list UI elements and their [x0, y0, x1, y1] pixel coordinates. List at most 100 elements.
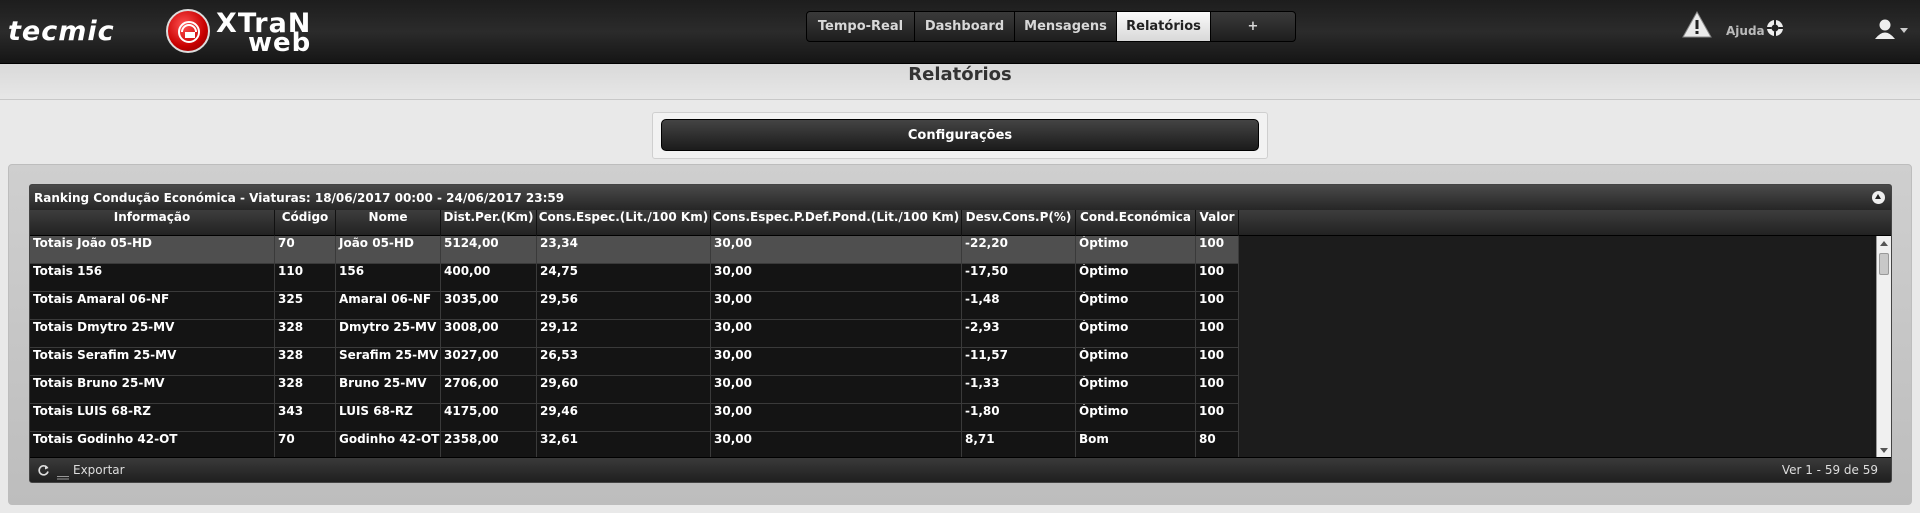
- col-header-informacao[interactable]: Informação: [30, 210, 275, 236]
- cell-desv: -22,20: [962, 236, 1076, 264]
- col-header-nome[interactable]: Nome: [336, 210, 441, 236]
- configuracoes-button[interactable]: Configurações: [661, 119, 1259, 151]
- lifebuoy-icon[interactable]: [1766, 19, 1784, 41]
- top-bar: tecmic XTraN web Tempo-Real Dashboard Me…: [0, 0, 1920, 64]
- cell-cons-espec: 29,60: [537, 376, 711, 404]
- help-link[interactable]: Ajuda: [1726, 24, 1765, 38]
- cell-informacao: Totais Dmytro 25-MV: [30, 320, 275, 348]
- cell-informacao: Totais LUIS 68-RZ: [30, 404, 275, 432]
- app-logo[interactable]: tecmic XTraN web: [8, 6, 338, 58]
- cell-nome: Bruno 25-MV: [336, 376, 441, 404]
- cell-dist: 4175,00: [441, 404, 537, 432]
- cell-codigo: 328: [275, 376, 336, 404]
- cell-dist: 3008,00: [441, 320, 537, 348]
- table-row[interactable]: Totais Godinho 42-OT 70 Godinho 42-OT 2358,…: [30, 432, 1239, 458]
- table-row[interactable]: Totais Serafim 25-MV 328 Serafim 25-MV 3027…: [30, 348, 1239, 376]
- cell-informacao: Totais Amaral 06-NF: [30, 292, 275, 320]
- scroll-down-arrow-icon[interactable]: [1880, 448, 1888, 453]
- table-row[interactable]: Totais Dmytro 25-MV 328 Dmytro 25-MV 3008,0…: [30, 320, 1239, 348]
- ranking-grid: Ranking Condução Económica - Viaturas: 1…: [29, 184, 1892, 483]
- cell-informacao: Totais Bruno 25-MV: [30, 376, 275, 404]
- cell-cond: Bom: [1076, 432, 1196, 458]
- table-row[interactable]: Totais João 05-HD 70 João 05-HD 5124,00 23,3…: [30, 236, 1239, 264]
- cell-cons-espec: 29,46: [537, 404, 711, 432]
- cell-dist: 400,00: [441, 264, 537, 292]
- user-menu-icon[interactable]: [1874, 18, 1914, 44]
- cell-dist: 2358,00: [441, 432, 537, 458]
- cell-desv: -2,93: [962, 320, 1076, 348]
- cell-desv: -1,48: [962, 292, 1076, 320]
- cell-cons-pond: 30,00: [711, 264, 962, 292]
- cell-valor: 100: [1196, 376, 1239, 404]
- cell-dist: 3035,00: [441, 292, 537, 320]
- cell-codigo: 110: [275, 264, 336, 292]
- cell-codigo: 70: [275, 236, 336, 264]
- col-header-desv[interactable]: Desv.Cons.P(%): [962, 210, 1076, 236]
- col-header-codigo[interactable]: Código: [275, 210, 336, 236]
- cell-dist: 3027,00: [441, 348, 537, 376]
- cell-cond: Óptimo: [1076, 264, 1196, 292]
- tab-add[interactable]: +: [1211, 12, 1295, 41]
- tab-mensagens[interactable]: Mensagens: [1015, 12, 1117, 41]
- cell-cons-espec: 29,12: [537, 320, 711, 348]
- export-icon[interactable]: [57, 469, 69, 482]
- cell-dist: 5124,00: [441, 236, 537, 264]
- table-row[interactable]: Totais Amaral 06-NF 325 Amaral 06-NF 3035,0…: [30, 292, 1239, 320]
- table-row[interactable]: Totais Bruno 25-MV 328 Bruno 25-MV 2706,00 2…: [30, 376, 1239, 404]
- cell-valor: 100: [1196, 292, 1239, 320]
- cell-valor: 100: [1196, 320, 1239, 348]
- cell-cons-pond: 30,00: [711, 236, 962, 264]
- grid-scrollbar[interactable]: [1876, 236, 1891, 458]
- cell-desv: -1,33: [962, 376, 1076, 404]
- cell-cons-espec: 32,61: [537, 432, 711, 458]
- cell-cond: Óptimo: [1076, 292, 1196, 320]
- scroll-thumb[interactable]: [1879, 253, 1889, 275]
- grid-caption: Ranking Condução Económica - Viaturas: 1…: [30, 185, 1891, 210]
- cell-cond: Óptimo: [1076, 404, 1196, 432]
- cell-valor: 100: [1196, 236, 1239, 264]
- grid-footer: Exportar Ver 1 - 59 de 59: [30, 457, 1891, 482]
- scroll-up-arrow-icon[interactable]: [1880, 241, 1888, 246]
- col-header-dist[interactable]: Dist.Per.(Km): [441, 210, 537, 236]
- cell-valor: 80: [1196, 432, 1239, 458]
- grid-body: Totais João 05-HD 70 João 05-HD 5124,00 23,3…: [30, 236, 1871, 458]
- col-header-cond[interactable]: Cond.Económica: [1076, 210, 1196, 236]
- cell-desv: -17,50: [962, 264, 1076, 292]
- grid-title: Ranking Condução Económica - Viaturas: 1…: [34, 191, 565, 205]
- refresh-icon[interactable]: [37, 464, 50, 480]
- cell-cons-espec: 24,75: [537, 264, 711, 292]
- cell-nome: Godinho 42-OT: [336, 432, 441, 458]
- warning-icon[interactable]: [1682, 10, 1712, 42]
- cell-desv: 8,71: [962, 432, 1076, 458]
- cell-nome: LUIS 68-RZ: [336, 404, 441, 432]
- cell-cons-pond: 30,00: [711, 292, 962, 320]
- collapse-icon[interactable]: [1872, 191, 1885, 204]
- tab-dashboard[interactable]: Dashboard: [915, 12, 1015, 41]
- cell-informacao: Totais Serafim 25-MV: [30, 348, 275, 376]
- main-nav: Tempo-Real Dashboard Mensagens Relatório…: [806, 11, 1296, 42]
- tab-tempo-real[interactable]: Tempo-Real: [807, 12, 915, 41]
- cell-cond: Óptimo: [1076, 320, 1196, 348]
- cell-cons-espec: 26,53: [537, 348, 711, 376]
- cell-informacao: Totais Godinho 42-OT: [30, 432, 275, 458]
- tab-relatorios[interactable]: Relatórios: [1117, 12, 1211, 41]
- table-row[interactable]: Totais LUIS 68-RZ 343 LUIS 68-RZ 4175,00 29,…: [30, 404, 1239, 432]
- col-header-valor[interactable]: Valor: [1196, 210, 1239, 236]
- cell-nome: Dmytro 25-MV: [336, 320, 441, 348]
- col-header-cons-pond[interactable]: Cons.Espec.P.Def.Pond.(Lit./100 Km): [711, 210, 962, 236]
- logo-emblem-icon: [166, 9, 210, 53]
- cell-cons-pond: 30,00: [711, 320, 962, 348]
- cell-nome: Amaral 06-NF: [336, 292, 441, 320]
- cell-desv: -11,57: [962, 348, 1076, 376]
- col-header-cons-espec[interactable]: Cons.Espec.(Lit./100 Km): [537, 210, 711, 236]
- cell-desv: -1,80: [962, 404, 1076, 432]
- cell-cond: Óptimo: [1076, 236, 1196, 264]
- cell-nome: João 05-HD: [336, 236, 441, 264]
- pager-info: Ver 1 - 59 de 59: [1781, 463, 1878, 477]
- brand-product-suffix: web: [248, 28, 312, 58]
- cell-cons-espec: 29,56: [537, 292, 711, 320]
- cell-cons-pond: 30,00: [711, 432, 962, 458]
- table-row[interactable]: Totais 156 110 156 400,00 24,75 30,00 -17,50 Óp…: [30, 264, 1239, 292]
- export-button[interactable]: Exportar: [73, 463, 125, 477]
- grid-header: Informação Código Nome Dist.Per.(Km) Con…: [30, 210, 1891, 236]
